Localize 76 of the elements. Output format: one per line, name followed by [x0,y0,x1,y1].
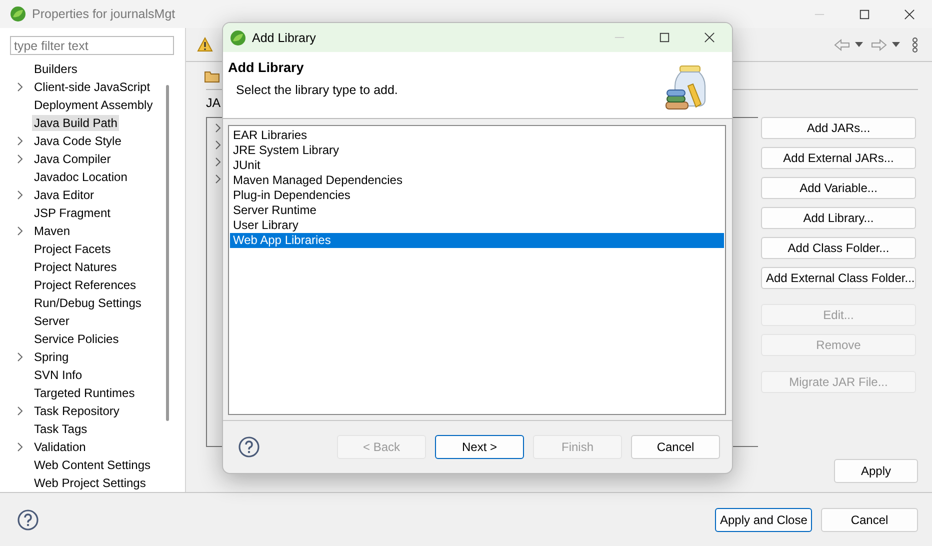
library-type-item[interactable]: User Library [230,218,724,233]
dialog-title: Add Library [252,30,316,44]
side-button[interactable]: Add Variable... [761,177,916,199]
footer-button[interactable]: Cancel [821,508,918,532]
expand-chevron-icon[interactable] [214,157,222,167]
side-button[interactable]: Add External Class Folder... [761,267,916,289]
side-button[interactable]: Add Class Folder... [761,237,916,259]
nav-item[interactable]: Spring [32,349,71,365]
nav-item[interactable]: Task Tags [32,421,90,437]
library-type-item[interactable]: Web App Libraries [230,233,724,248]
expand-chevron-icon[interactable] [16,442,24,452]
expand-chevron-icon[interactable] [16,352,24,362]
nav-item[interactable]: Java Build Path [32,115,120,131]
filter-field[interactable]: type filter text [10,36,174,55]
nav-item[interactable]: Server [32,313,72,329]
nav-item[interactable]: Web Project Settings [32,475,148,491]
library-type-item[interactable]: Server Runtime [230,203,724,218]
nav-item[interactable]: Maven [32,223,72,239]
nav-item[interactable]: Client-side JavaScript [32,79,152,95]
folder-icon[interactable] [204,68,220,82]
nav-item[interactable]: Javadoc Location [32,169,130,185]
leaf-logo-icon [10,6,26,22]
window-title: Properties for journalsMgt [32,7,176,21]
nav-item[interactable]: Service Policies [32,331,121,347]
nav-item[interactable]: Validation [32,439,88,455]
nav-item[interactable]: JSP Fragment [32,205,112,221]
nav-item[interactable]: Task Repository [32,403,122,419]
caret-icon[interactable] [855,42,863,47]
footer-button[interactable]: Apply and Close [715,508,812,532]
side-button[interactable]: Add JARs... [761,117,916,139]
warning-icon [197,36,213,52]
expand-chevron-icon[interactable] [214,140,222,150]
expand-chevron-icon[interactable] [16,190,24,200]
expand-chevron-icon[interactable] [16,406,24,416]
expand-chevron-icon[interactable] [16,136,24,146]
side-button[interactable]: Add External JARs... [761,147,916,169]
nav-item[interactable]: Java Code Style [32,133,124,149]
library-type-item[interactable]: JRE System Library [230,143,724,158]
dialog-button[interactable]: Next > [435,435,524,459]
nav-item[interactable]: Project References [32,277,138,293]
side-button[interactable]: Add Library... [761,207,916,229]
caret-icon[interactable] [892,42,900,47]
library-type-item[interactable]: EAR Libraries [230,128,724,143]
nav-item[interactable]: Builders [32,61,80,77]
nav-item[interactable]: Java Compiler [32,151,113,167]
expand-chevron-icon[interactable] [214,123,222,133]
nav-item[interactable]: Web Content Settings [32,457,153,473]
maximize-icon[interactable] [659,32,670,43]
nav-item[interactable]: Java Editor [32,187,96,203]
nav-item[interactable]: Run/Debug Settings [32,295,144,311]
close-icon[interactable] [704,32,715,43]
nav-item[interactable]: Project Natures [32,259,119,275]
library-type-item[interactable]: JUnit [230,158,724,173]
close-icon[interactable] [904,8,915,20]
leaf-logo-icon [230,30,246,46]
library-type-item[interactable]: Plug-in Dependencies [230,188,724,203]
dialog-heading: Add Library [228,60,305,75]
scrollbar-thumb[interactable] [166,85,169,421]
expand-chevron-icon[interactable] [16,154,24,164]
jar-books-icon [664,64,708,110]
apply-button[interactable]: Apply [834,459,918,483]
maximize-icon[interactable] [859,8,870,20]
nav-item[interactable]: Targeted Runtimes [32,385,137,401]
menu-icon[interactable] [912,36,918,52]
nav-item[interactable]: Project Facets [32,241,113,257]
help-icon[interactable] [238,436,260,458]
dialog-button[interactable]: Cancel [631,435,720,459]
library-type-item[interactable]: Maven Managed Dependencies [230,173,724,188]
expand-chevron-icon[interactable] [16,226,24,236]
expand-chevron-icon[interactable] [16,82,24,92]
dialog-description: Select the library type to add. [236,83,399,97]
section-label: JA [206,95,221,112]
expand-chevron-icon[interactable] [214,174,222,184]
nav-item[interactable]: Deployment Assembly [32,97,155,113]
nav-item[interactable]: SVN Info [32,367,84,383]
help-icon[interactable] [17,508,39,530]
